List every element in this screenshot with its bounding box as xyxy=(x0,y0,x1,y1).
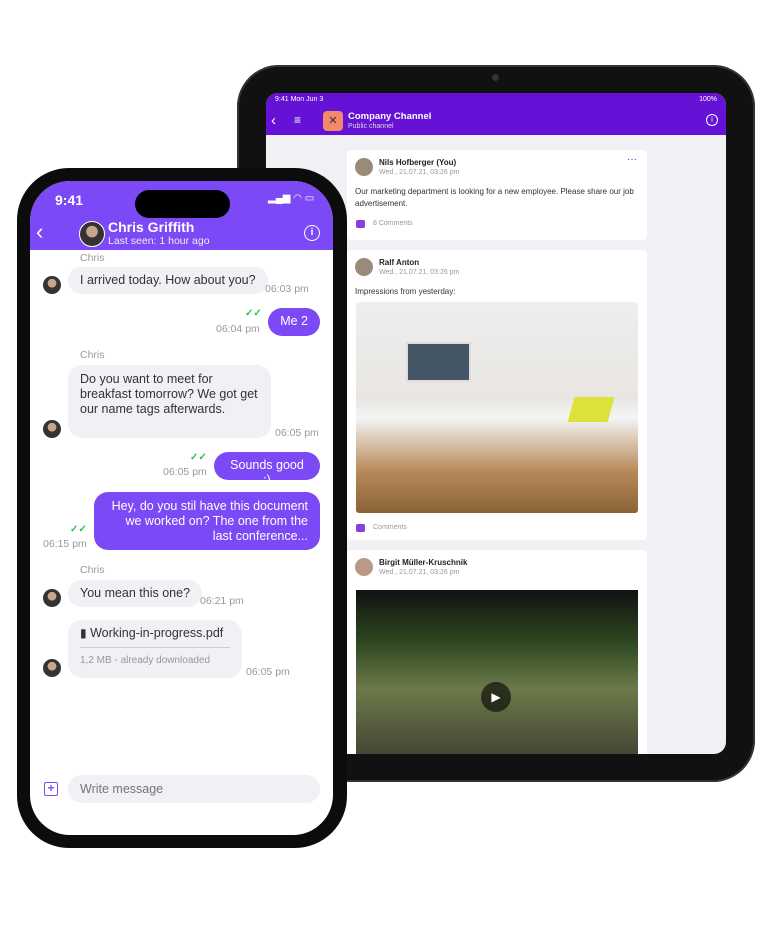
tablet-status-time: 9:41 Mon Jun 3 xyxy=(275,96,324,103)
message-time: 06:21 pm xyxy=(200,595,244,607)
post-date: Wed., 21.07.21, 03:26 pm xyxy=(379,569,460,576)
read-check-icon: ✓✓ xyxy=(70,524,87,535)
post-card: Birgit Müller-Kruschnik Wed., 21.07.21, … xyxy=(347,550,647,754)
message-bubble[interactable]: Do you want to meet for breakfast tomorr… xyxy=(68,365,271,438)
contact-name: Chris Griffith xyxy=(108,219,195,235)
message-time: 06:05 pm xyxy=(275,427,319,439)
tablet-camera xyxy=(492,74,499,81)
tablet-status-bar: 9:41 Mon Jun 3 100% xyxy=(266,93,726,107)
message-bubble[interactable]: You mean this one? xyxy=(68,580,203,607)
post-date: Wed., 21.07.21, 03:26 pm xyxy=(379,269,460,276)
chat-header: 9:41 ▂▄▆ ◠ ▭ ‹ Chris Griffith Last seen:… xyxy=(30,181,333,250)
comment-icon[interactable] xyxy=(356,524,365,532)
avatar xyxy=(355,558,373,576)
message-bubble[interactable]: I arrived today. How about you? xyxy=(68,267,268,294)
post-date: Wed., 21.07.21, 03:26 pm xyxy=(379,169,460,176)
comments-link[interactable]: 8 Comments xyxy=(373,220,413,227)
avatar xyxy=(355,258,373,276)
laptop xyxy=(567,397,615,422)
read-check-icon: ✓✓ xyxy=(190,452,207,463)
message-sender: Chris xyxy=(80,349,105,361)
phone-screen: 9:41 ▂▄▆ ◠ ▭ ‹ Chris Griffith Last seen:… xyxy=(30,181,333,835)
message-time: 06:15 pm xyxy=(43,538,87,550)
avatar xyxy=(43,589,61,607)
message-bubble[interactable]: Me 2 xyxy=(268,308,320,336)
channel-logo-icon: ✕ xyxy=(323,111,343,131)
channel-title: Company Channel xyxy=(348,111,432,122)
add-attachment-icon[interactable]: + xyxy=(44,782,58,796)
post-text: Our marketing department is looking for … xyxy=(355,187,634,208)
signal-wifi-battery-icon: ▂▄▆ ◠ ▭ xyxy=(268,193,315,204)
post-text: Impressions from yesterday: xyxy=(355,287,456,296)
comments-link[interactable]: Comments xyxy=(373,524,407,531)
dynamic-island xyxy=(135,190,230,218)
message-time: 06:05 pm xyxy=(246,666,290,678)
info-icon[interactable]: i xyxy=(304,225,320,241)
status-time: 9:41 xyxy=(55,192,84,208)
channel-subtitle: Public channel xyxy=(348,123,394,130)
menu-icon[interactable]: ≡ xyxy=(294,113,301,127)
avatar xyxy=(43,420,61,438)
office-meeting-photo[interactable] xyxy=(356,302,638,513)
channel-header: ‹ ≡ ✕ Company Channel Public channel i xyxy=(266,107,726,135)
message-bubble[interactable]: Sounds good :) xyxy=(214,452,320,487)
file-icon: ▮ xyxy=(80,626,87,640)
message-time: 06:04 pm xyxy=(216,323,260,335)
avatar xyxy=(355,158,373,176)
avatar xyxy=(43,276,61,294)
file-attachment[interactable]: ▮ Working-in-progress.pdf 1,2 MB - alrea… xyxy=(68,620,242,678)
info-icon[interactable]: i xyxy=(706,114,718,126)
more-options-icon[interactable]: ··· xyxy=(627,154,637,165)
avatar xyxy=(43,659,61,677)
post-card: Nils Hofberger (You) Wed., 21.07.21, 03:… xyxy=(347,150,647,240)
monitor xyxy=(406,342,471,382)
message-time: 06:03 pm xyxy=(265,283,309,295)
play-icon[interactable]: ▶ xyxy=(481,682,511,712)
post-author: Birgit Müller-Kruschnik xyxy=(379,558,468,567)
last-seen: Last seen: 1 hour ago xyxy=(108,235,210,247)
read-check-icon: ✓✓ xyxy=(245,308,262,319)
back-icon[interactable]: ‹ xyxy=(271,112,276,129)
tablet-status-battery: 100% xyxy=(699,96,717,103)
message-sender: Chris xyxy=(80,564,105,576)
back-icon[interactable]: ‹ xyxy=(36,219,43,245)
video-player[interactable]: ▶ xyxy=(356,590,638,754)
file-info: 1,2 MB - already downloaded xyxy=(80,655,211,666)
comment-icon[interactable] xyxy=(356,220,365,228)
message-time: 06:05 pm xyxy=(163,466,207,478)
message-bubble[interactable]: Hey, do you stil have this document we w… xyxy=(94,492,320,550)
post-author: Ralf Anton xyxy=(379,258,420,267)
message-input[interactable] xyxy=(68,775,320,803)
message-sender: Chris xyxy=(80,252,105,264)
post-card: Ralf Anton Wed., 21.07.21, 03:26 pm Impr… xyxy=(347,250,647,540)
file-name: Working-in-progress.pdf xyxy=(90,626,224,640)
post-author: Nils Hofberger (You) xyxy=(379,158,457,167)
contact-avatar[interactable] xyxy=(79,221,105,247)
